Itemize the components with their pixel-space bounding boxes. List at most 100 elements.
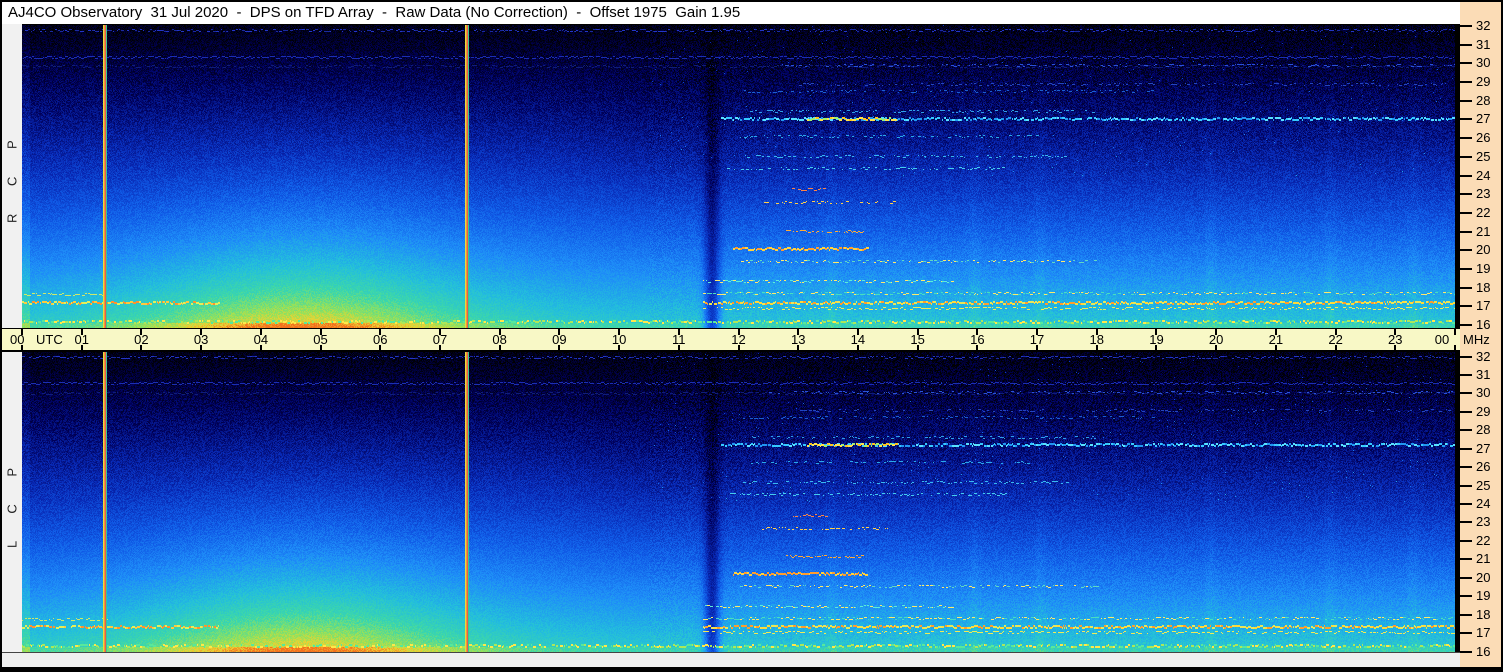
hour-tick-bottom (1095, 345, 1098, 351)
hour-tick-bottom (1215, 345, 1218, 351)
bottom-margin-strip (2, 652, 1460, 667)
freq-label-23-panel0: 23 (1476, 186, 1491, 202)
freq-tick-28 (1457, 99, 1472, 102)
hour-tick-bottom (319, 345, 322, 351)
hour-tick-bottom (976, 345, 979, 351)
freq-tick-31 (1457, 43, 1472, 46)
hour-tick-top (80, 329, 83, 335)
hour-tick-bottom (1036, 345, 1039, 351)
rcp-spectrogram-canvas (22, 25, 1455, 328)
hour-tick-bottom (1334, 345, 1337, 351)
freq-label-30-panel0: 30 (1476, 55, 1491, 71)
hour-tick-top (1215, 329, 1218, 335)
hour-tick-top (1036, 329, 1039, 335)
freq-label-28-panel1: 28 (1476, 422, 1491, 438)
rcp-panel-label: R C P (4, 128, 20, 224)
freq-tick-21 (1457, 558, 1472, 561)
app-window: AJ4CO Observatory 31 Jul 2020 - DPS on T… (0, 0, 1503, 672)
hour-tick-bottom (1454, 345, 1456, 351)
freq-label-31-panel0: 31 (1476, 36, 1491, 52)
freq-label-19-panel1: 19 (1476, 588, 1491, 604)
freq-tick-22 (1457, 211, 1472, 214)
freq-tick-19 (1457, 267, 1472, 270)
hour-tick-top (1274, 329, 1277, 335)
freq-tick-26 (1457, 466, 1472, 469)
hour-tick-top (21, 329, 23, 335)
hour-tick-bottom (140, 345, 143, 351)
freq-tick-27 (1457, 447, 1472, 450)
freq-label-30-panel1: 30 (1476, 385, 1491, 401)
hour-tick-bottom (80, 345, 83, 351)
hour-tick-top (1394, 329, 1397, 335)
hour-tick-top (498, 329, 501, 335)
hour-tick-bottom (21, 345, 23, 351)
hour-tick-bottom (677, 345, 680, 351)
hour-tick-bottom (737, 345, 740, 351)
lcp-spectrogram-canvas (22, 352, 1455, 652)
freq-tick-26 (1457, 137, 1472, 140)
hour-tick-bottom (797, 345, 800, 351)
hour-tick-bottom (259, 345, 262, 351)
freq-tick-18 (1457, 613, 1472, 616)
freq-label-16-panel1: 16 (1476, 643, 1491, 659)
freq-tick-20 (1457, 249, 1472, 252)
freq-tick-30 (1457, 62, 1472, 65)
freq-tick-23 (1457, 193, 1472, 196)
hour-tick-bottom (1274, 345, 1277, 351)
freq-label-27-panel0: 27 (1476, 111, 1491, 127)
hour-tick-top (379, 329, 382, 335)
hour-tick-bottom (200, 345, 203, 351)
hour-tick-bottom (856, 345, 859, 351)
title-bar: AJ4CO Observatory 31 Jul 2020 - DPS on T… (2, 2, 1460, 24)
freq-label-26-panel0: 26 (1476, 130, 1491, 146)
mhz-unit-label: MHz (1463, 332, 1490, 347)
hour-tick-bottom (618, 345, 621, 351)
freq-label-16-panel0: 16 (1476, 317, 1491, 333)
hour-tick-bottom (558, 345, 561, 351)
hour-tick-bottom (379, 345, 382, 351)
freq-tick-17 (1457, 632, 1472, 635)
freq-label-22-panel1: 22 (1476, 532, 1491, 548)
freq-tick-20 (1457, 576, 1472, 579)
hour-tick-top (1334, 329, 1337, 335)
freq-tick-32 (1457, 355, 1472, 358)
freq-tick-25 (1457, 484, 1472, 487)
freq-label-27-panel1: 27 (1476, 440, 1491, 456)
freq-tick-30 (1457, 392, 1472, 395)
freq-tick-22 (1457, 539, 1472, 542)
freq-tick-23 (1457, 521, 1472, 524)
freq-label-18-panel1: 18 (1476, 606, 1491, 622)
freq-tick-27 (1457, 118, 1472, 121)
freq-label-24-panel0: 24 (1476, 167, 1491, 183)
hour-tick-top (319, 329, 322, 335)
hour-tick-top (618, 329, 621, 335)
hour-tick-top (677, 329, 680, 335)
freq-tick-28 (1457, 429, 1472, 432)
freq-label-25-panel1: 25 (1476, 477, 1491, 493)
hour-tick-bottom (1155, 345, 1158, 351)
hour-tick-top (140, 329, 143, 335)
freq-tick-19 (1457, 595, 1472, 598)
hour-tick-bottom (1394, 345, 1397, 351)
freq-tick-17 (1457, 305, 1472, 308)
lcp-panel-label: L C P (4, 455, 20, 549)
freq-label-21-panel0: 21 (1476, 223, 1491, 239)
freq-tick-31 (1457, 373, 1472, 376)
freq-label-19-panel0: 19 (1476, 260, 1491, 276)
freq-label-17-panel0: 17 (1476, 298, 1491, 314)
freq-label-21-panel1: 21 (1476, 551, 1491, 567)
hour-tick-top (259, 329, 262, 335)
hour-tick-top (1095, 329, 1098, 335)
freq-label-22-panel0: 22 (1476, 204, 1491, 220)
freq-tick-24 (1457, 503, 1472, 506)
hour-label-24: 00 (1434, 332, 1450, 347)
freq-label-29-panel1: 29 (1476, 403, 1491, 419)
hour-tick-top (1454, 329, 1456, 335)
hour-tick-top (856, 329, 859, 335)
freq-tick-32 (1457, 25, 1472, 27)
hour-tick-top (438, 329, 441, 335)
freq-label-31-panel1: 31 (1476, 366, 1491, 382)
hour-tick-top (1155, 329, 1158, 335)
freq-label-20-panel1: 20 (1476, 569, 1491, 585)
freq-label-17-panel1: 17 (1476, 625, 1491, 641)
